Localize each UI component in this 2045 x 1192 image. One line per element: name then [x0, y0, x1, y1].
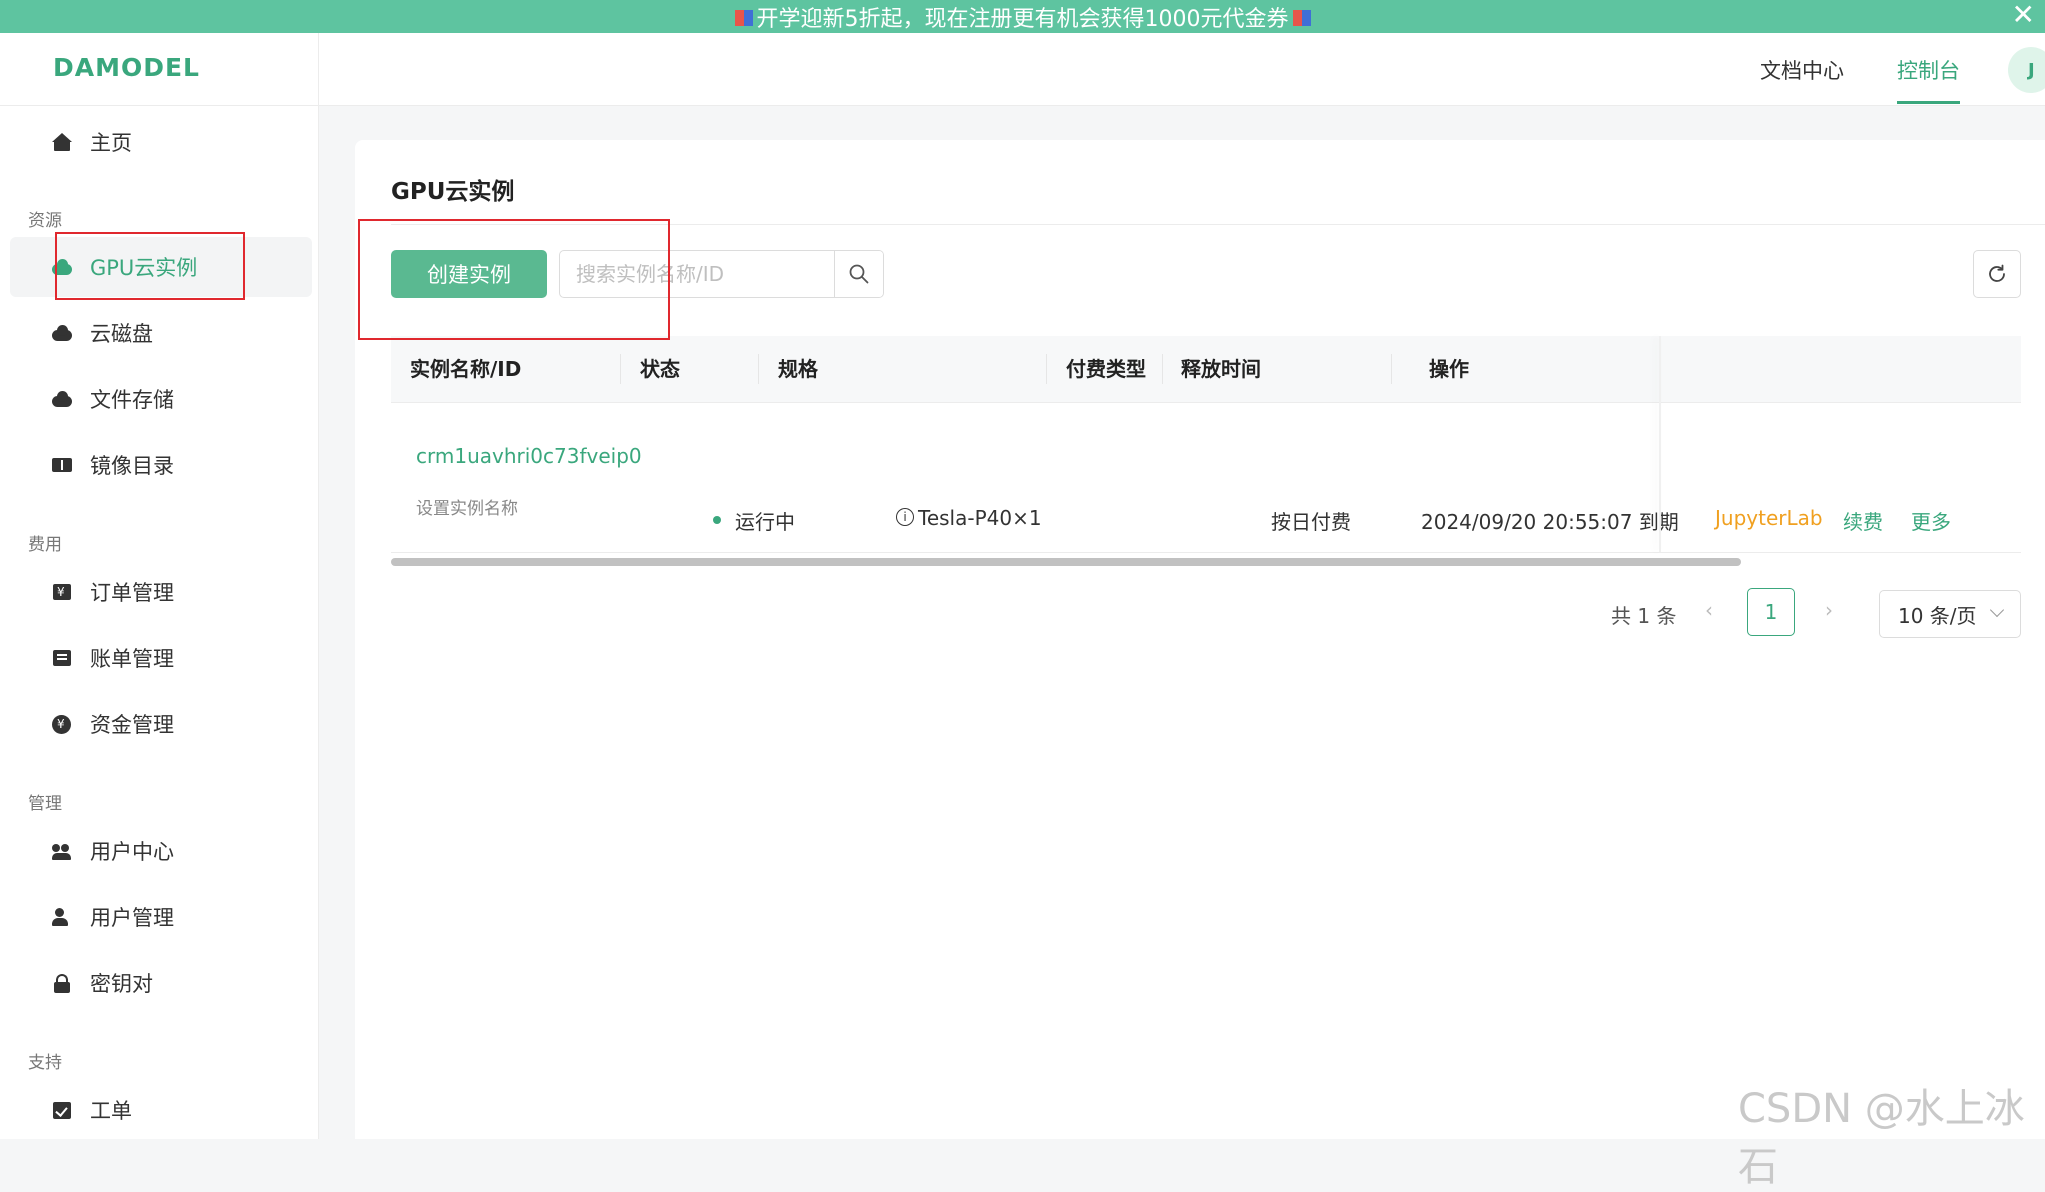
pagination-current-page[interactable]: 1	[1747, 588, 1795, 636]
user-avatar[interactable]: J	[2008, 47, 2045, 93]
column-separator	[620, 354, 621, 384]
set-instance-name-link[interactable]: 设置实例名称	[416, 494, 518, 519]
cloud-upload-icon	[52, 390, 72, 408]
sidebar-item-label: 镜像目录	[90, 454, 174, 478]
info-icon[interactable]: i	[896, 508, 914, 526]
more-link[interactable]: 更多	[1911, 506, 1951, 535]
bill-icon	[52, 649, 72, 667]
users-icon	[52, 842, 72, 860]
promo-banner-text: 开学迎新5折起，现在注册更有机会获得1000元代金券	[756, 6, 1289, 32]
book-icon	[52, 456, 72, 474]
search-button[interactable]	[834, 251, 883, 297]
column-header-status[interactable]: 状态	[640, 336, 680, 402]
table-row: crm1uavhri0c73fveip0 设置实例名称 运行中 i Tesla-…	[391, 402, 2021, 553]
sidebar-item-cloud-disk[interactable]: 云磁盘	[10, 303, 312, 363]
watermark: CSDN @水上冰石	[1738, 1086, 2025, 1190]
sidebar-item-image-catalog[interactable]: 镜像目录	[10, 435, 312, 495]
column-separator	[1162, 354, 1163, 384]
column-separator	[758, 354, 759, 384]
sidebar-item-label: 用户管理	[90, 906, 174, 930]
sidebar-item-label: 资金管理	[90, 713, 174, 737]
sidebar-section-support: 支持	[28, 1053, 62, 1073]
sidebar-item-key-pairs[interactable]: 密钥对	[10, 953, 312, 1013]
page-title: GPU云实例	[391, 179, 515, 205]
column-header-pay-type[interactable]: 付费类型	[1066, 336, 1146, 402]
sidebar-item-label: 文件存储	[90, 388, 174, 412]
instance-status: 运行中	[735, 510, 795, 534]
column-separator	[1046, 354, 1047, 384]
user-gear-icon	[52, 908, 72, 926]
search-icon	[849, 264, 869, 284]
sidebar-section-resources: 资源	[28, 211, 62, 231]
sidebar-item-bills[interactable]: 账单管理	[10, 628, 312, 688]
nav-console-link[interactable]: 控制台	[1897, 55, 1960, 85]
sidebar-item-funds[interactable]: 资金管理	[10, 694, 312, 754]
jupyterlab-link[interactable]: JupyterLab	[1715, 506, 1823, 530]
sidebar-item-label: 云磁盘	[90, 322, 153, 346]
sidebar-item-file-storage[interactable]: 文件存储	[10, 369, 312, 429]
column-header-actions: 操作	[1429, 357, 1469, 381]
sidebar-item-home[interactable]: 主页	[10, 112, 312, 172]
table-header: 实例名称/ID 状态 规格 付费类型 释放时间 操作	[391, 336, 2021, 403]
sidebar-item-label: 用户中心	[90, 840, 174, 864]
header-divider	[318, 33, 319, 105]
fixed-column-divider	[1659, 336, 1661, 552]
sidebar-item-label: 工单	[90, 1099, 132, 1123]
ticket-icon	[52, 1101, 72, 1119]
nav-active-indicator	[1897, 101, 1960, 104]
instance-release-time: 2024/09/20 20:55:07 到期	[1421, 510, 1679, 534]
chevron-down-icon	[1989, 602, 2005, 618]
column-header-spec[interactable]: 规格	[778, 336, 818, 402]
refresh-button[interactable]	[1973, 250, 2021, 298]
prev-page-icon[interactable]: ‹	[1705, 598, 1713, 622]
page-size-value: 10 条/页	[1898, 603, 1977, 628]
status-dot-icon	[713, 516, 721, 524]
sidebar-item-ticket[interactable]: 工单	[10, 1080, 312, 1140]
instance-id-link[interactable]: crm1uavhri0c73fveip0	[416, 444, 642, 468]
cloud-disk-icon	[52, 324, 72, 342]
page-size-select[interactable]: 10 条/页	[1879, 590, 2021, 638]
highlight-box-create	[358, 219, 670, 340]
sidebar-section-fees: 费用	[28, 535, 62, 555]
gift-icon	[734, 8, 753, 26]
horizontal-scrollbar[interactable]	[391, 558, 1741, 566]
instance-pay-type: 按日付费	[1271, 510, 1351, 534]
column-header-release-time[interactable]: 释放时间	[1181, 336, 1261, 402]
refresh-icon	[1989, 264, 2005, 282]
next-page-icon[interactable]: ›	[1825, 598, 1833, 622]
nav-docs-link[interactable]: 文档中心	[1760, 55, 1844, 85]
renew-link[interactable]: 续费	[1843, 506, 1883, 535]
logo[interactable]: DAMODEL	[53, 53, 200, 82]
sidebar-item-label: 订单管理	[90, 581, 174, 605]
sidebar-item-label: 主页	[90, 131, 132, 155]
sidebar-item-orders[interactable]: 订单管理	[10, 562, 312, 622]
sidebar-item-label: 账单管理	[90, 647, 174, 671]
column-header-name[interactable]: 实例名称/ID	[410, 336, 521, 402]
home-icon	[52, 133, 72, 151]
sidebar-item-user-manage[interactable]: 用户管理	[10, 887, 312, 947]
sidebar-section-manage: 管理	[28, 794, 62, 814]
instance-spec: Tesla-P40×1	[918, 506, 1042, 530]
top-header: DAMODEL 文档中心 控制台 J	[0, 33, 2045, 106]
order-icon	[52, 583, 72, 601]
column-separator	[1391, 354, 1392, 384]
promo-banner[interactable]: 开学迎新5折起，现在注册更有机会获得1000元代金券 ✕	[0, 0, 2045, 33]
gift-icon	[1292, 8, 1311, 26]
coin-icon	[52, 715, 72, 734]
pagination-total: 共 1 条	[1611, 604, 1677, 628]
close-icon[interactable]: ✕	[2012, 0, 2035, 31]
sidebar-item-user-center[interactable]: 用户中心	[10, 821, 312, 881]
sidebar-item-label: 密钥对	[90, 972, 153, 996]
lock-icon	[52, 974, 72, 993]
highlight-box-sidebar	[55, 232, 245, 300]
